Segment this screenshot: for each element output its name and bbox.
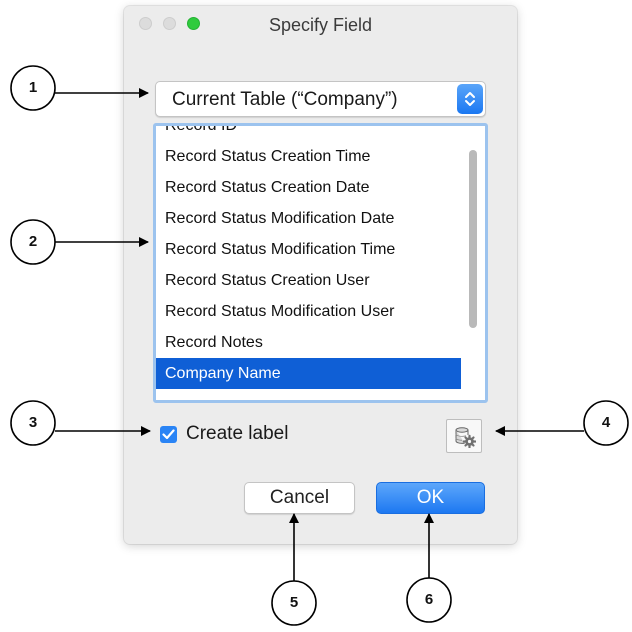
- marker-label-5: 5: [289, 594, 299, 611]
- annotation-overlay: [10, 65, 629, 626]
- marker-label-2: 2: [28, 233, 38, 250]
- marker-label-4: 4: [601, 414, 611, 431]
- marker-label-6: 6: [424, 591, 434, 608]
- marker-label-3: 3: [28, 414, 38, 431]
- marker-label-1: 1: [28, 79, 38, 96]
